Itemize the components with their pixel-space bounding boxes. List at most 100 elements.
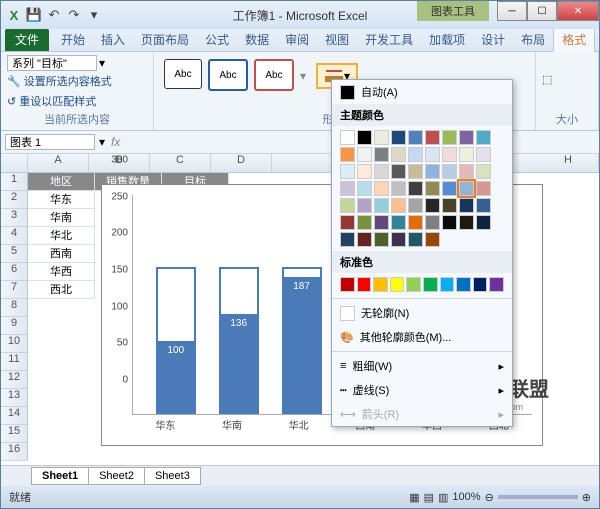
- tab-chart-format[interactable]: 格式: [553, 27, 595, 52]
- cell[interactable]: 西南: [28, 245, 95, 263]
- color-swatch[interactable]: [357, 130, 372, 145]
- color-swatch[interactable]: [391, 147, 406, 162]
- color-swatch[interactable]: [408, 181, 423, 196]
- bar-sales[interactable]: 187: [282, 277, 322, 414]
- color-swatch[interactable]: [408, 147, 423, 162]
- color-swatch[interactable]: [357, 164, 372, 179]
- color-swatch[interactable]: [408, 215, 423, 230]
- color-swatch[interactable]: [390, 277, 405, 292]
- color-swatch[interactable]: [459, 215, 474, 230]
- color-swatch[interactable]: [391, 164, 406, 179]
- color-swatch[interactable]: [391, 198, 406, 213]
- row-header[interactable]: 11: [1, 353, 28, 371]
- color-swatch[interactable]: [374, 232, 389, 247]
- sheet-tab[interactable]: Sheet3: [144, 467, 201, 485]
- color-swatch[interactable]: [425, 215, 440, 230]
- row-header[interactable]: 10: [1, 335, 28, 353]
- color-swatch[interactable]: [456, 277, 471, 292]
- row-header[interactable]: 1: [1, 173, 28, 191]
- row-header[interactable]: 15: [1, 425, 28, 443]
- color-swatch[interactable]: [340, 181, 355, 196]
- col-header[interactable]: H: [538, 154, 599, 172]
- weight-submenu[interactable]: ≡粗细(W)▸: [332, 354, 512, 378]
- row-header[interactable]: 12: [1, 371, 28, 389]
- color-swatch[interactable]: [408, 232, 423, 247]
- qat-more-icon[interactable]: ▾: [85, 6, 103, 24]
- color-swatch[interactable]: [340, 215, 355, 230]
- color-swatch[interactable]: [476, 130, 491, 145]
- shape-style-1[interactable]: Abc: [164, 59, 202, 89]
- zoom-in-button[interactable]: ⊕: [582, 491, 591, 504]
- color-swatch[interactable]: [476, 215, 491, 230]
- row-header[interactable]: 9: [1, 317, 28, 335]
- color-swatch[interactable]: [425, 130, 440, 145]
- reset-style-button[interactable]: ↺重设以匹配样式: [7, 91, 147, 111]
- color-swatch[interactable]: [340, 198, 355, 213]
- color-swatch[interactable]: [357, 215, 372, 230]
- format-selection-button[interactable]: 🔧设置所选内容格式: [7, 71, 147, 91]
- tab-home[interactable]: 开始: [53, 28, 93, 51]
- dropdown-arrow-icon[interactable]: ▾: [99, 56, 105, 70]
- view-page-layout-icon[interactable]: ▤: [424, 491, 434, 504]
- color-swatch[interactable]: [357, 181, 372, 196]
- color-swatch[interactable]: [374, 198, 389, 213]
- zoom-level[interactable]: 100%: [452, 491, 480, 503]
- color-swatch[interactable]: [442, 181, 457, 196]
- color-swatch[interactable]: [425, 164, 440, 179]
- color-swatch[interactable]: [476, 181, 491, 196]
- cell[interactable]: 华北: [28, 227, 95, 245]
- redo-icon[interactable]: ↷: [65, 6, 83, 24]
- color-swatch[interactable]: [459, 130, 474, 145]
- close-button[interactable]: ✕: [557, 1, 599, 21]
- col-header[interactable]: C: [150, 154, 211, 172]
- color-swatch[interactable]: [459, 147, 474, 162]
- color-swatch[interactable]: [459, 198, 474, 213]
- color-swatch[interactable]: [374, 215, 389, 230]
- color-swatch[interactable]: [408, 198, 423, 213]
- color-swatch[interactable]: [459, 164, 474, 179]
- color-swatch[interactable]: [425, 181, 440, 196]
- tab-formulas[interactable]: 公式: [197, 28, 237, 51]
- color-swatch[interactable]: [374, 147, 389, 162]
- shape-style-3[interactable]: Abc: [254, 59, 294, 91]
- tab-chart-layout[interactable]: 布局: [513, 28, 553, 51]
- excel-icon[interactable]: X: [5, 6, 23, 24]
- cell[interactable]: 地区: [28, 173, 95, 191]
- tab-chart-design[interactable]: 设计: [473, 28, 513, 51]
- color-swatch[interactable]: [425, 198, 440, 213]
- color-swatch[interactable]: [406, 277, 421, 292]
- bar-sales[interactable]: 136: [219, 314, 259, 414]
- color-swatch[interactable]: [357, 232, 372, 247]
- row-header[interactable]: 14: [1, 407, 28, 425]
- fx-icon[interactable]: fx: [105, 135, 126, 149]
- color-swatch[interactable]: [476, 147, 491, 162]
- row-header[interactable]: 13: [1, 389, 28, 407]
- name-box[interactable]: [5, 134, 95, 150]
- current-selection-dropdown[interactable]: [7, 55, 97, 71]
- tab-developer[interactable]: 开发工具: [357, 28, 421, 51]
- row-header[interactable]: 2: [1, 191, 28, 209]
- dashes-submenu[interactable]: ┅虚线(S)▸: [332, 378, 512, 402]
- tab-review[interactable]: 审阅: [277, 28, 317, 51]
- color-swatch[interactable]: [391, 181, 406, 196]
- tab-page-layout[interactable]: 页面布局: [133, 28, 197, 51]
- select-all-corner[interactable]: [1, 154, 28, 172]
- view-normal-icon[interactable]: ▦: [409, 491, 419, 504]
- tab-file[interactable]: 文件: [5, 28, 49, 51]
- color-swatch[interactable]: [473, 277, 488, 292]
- sheet-tab[interactable]: Sheet2: [88, 467, 145, 485]
- row-header[interactable]: 4: [1, 227, 28, 245]
- col-header[interactable]: D: [211, 154, 272, 172]
- color-swatch[interactable]: [423, 277, 438, 292]
- tab-addins[interactable]: 加载项: [421, 28, 473, 51]
- row-header[interactable]: 5: [1, 245, 28, 263]
- gallery-more-icon[interactable]: ▾: [300, 69, 306, 83]
- save-icon[interactable]: 💾: [25, 6, 43, 24]
- tab-insert[interactable]: 插入: [93, 28, 133, 51]
- tab-view[interactable]: 视图: [317, 28, 357, 51]
- no-outline-item[interactable]: 无轮廓(N): [332, 301, 512, 325]
- cell[interactable]: 华东: [28, 191, 95, 209]
- color-swatch[interactable]: [425, 147, 440, 162]
- col-header[interactable]: A: [28, 154, 89, 172]
- color-swatch[interactable]: [357, 277, 372, 292]
